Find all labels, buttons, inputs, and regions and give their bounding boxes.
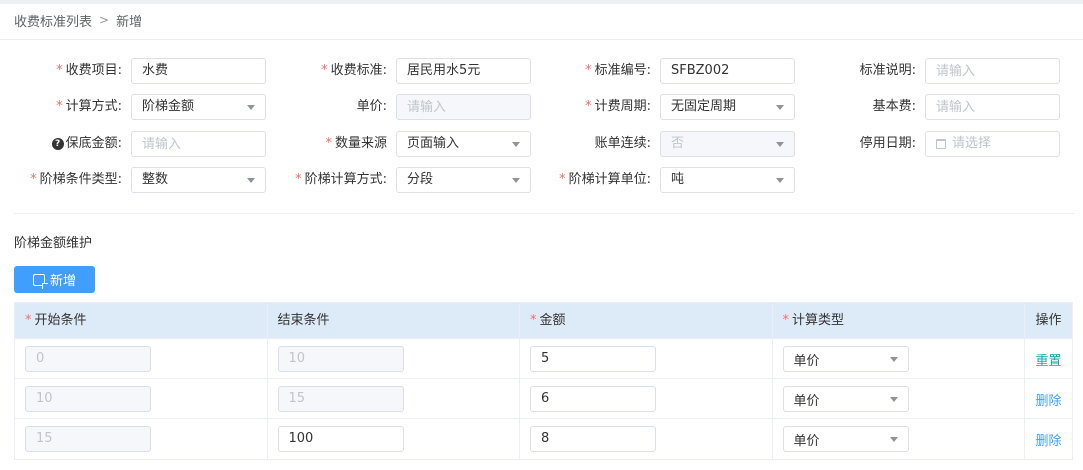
col-calc-type: * 计算类型: [773, 303, 1026, 339]
unit-price-input: [396, 94, 531, 120]
table-row: 0 10 5 单价 重置: [15, 339, 1072, 379]
add-tier-button[interactable]: 新增: [14, 266, 95, 293]
label-standard-code: * 标准编号:: [585, 63, 651, 78]
amount-input[interactable]: 6: [530, 386, 657, 412]
chevron-down-icon: [889, 436, 898, 442]
end-input: 15: [277, 386, 404, 412]
calc-type-select[interactable]: 单价: [782, 346, 909, 372]
tier-calc-unit-select[interactable]: 吨: [660, 167, 795, 193]
tier-calc-method-value: 分段: [407, 172, 434, 187]
delete-link[interactable]: 删除: [1036, 430, 1062, 449]
label-base-fee: 基本费:: [872, 99, 916, 114]
add-tier-label: 新增: [49, 274, 76, 289]
tier-condition-type-value: 整数: [142, 172, 169, 187]
base-fee-input[interactable]: [925, 94, 1060, 120]
chevron-down-icon: [776, 177, 784, 183]
reset-link[interactable]: 重置: [1036, 350, 1062, 369]
tier-calc-method-select[interactable]: 分段: [396, 167, 531, 193]
charge-standard-field[interactable]: 居民用水5元: [396, 58, 531, 84]
deposit-amount-input[interactable]: [131, 131, 266, 157]
end-input: 10: [277, 346, 404, 372]
label-tier-condition-type: * 阶梯条件类型:: [30, 172, 122, 187]
bill-continuous-value: 否: [671, 136, 685, 151]
label-billing-period: * 计费周期:: [585, 99, 651, 114]
table-row: 15 100 8 单价 删除: [15, 419, 1072, 459]
start-input: 15: [25, 426, 151, 452]
col-end: 结束条件: [268, 303, 521, 339]
breadcrumb: 收费标准列表 > 新增: [14, 11, 143, 30]
calc-method-value: 阶梯金额: [142, 99, 195, 114]
amount-input[interactable]: 5: [530, 346, 657, 372]
chevron-down-icon: [512, 141, 520, 147]
col-amount: * 金额: [520, 303, 773, 339]
breadcrumb-current: 新增: [116, 14, 143, 30]
col-start: * 开始条件: [15, 303, 268, 339]
stop-date-placeholder: 请选择: [952, 136, 992, 151]
billing-period-value: 无固定周期: [671, 99, 737, 114]
table-header: * 开始条件 结束条件 * 金额 * 计算类型 操作: [15, 303, 1072, 339]
add-icon: [32, 273, 48, 289]
bill-continuous-select: 否: [660, 131, 795, 157]
label-stop-date: 停用日期:: [859, 136, 916, 151]
tier-calc-unit-value: 吨: [671, 172, 685, 187]
chevron-right-icon: >: [99, 13, 110, 27]
col-action: 操作: [1035, 313, 1062, 328]
billing-period-select[interactable]: 无固定周期: [660, 94, 795, 120]
calc-method-select[interactable]: 阶梯金额: [131, 94, 266, 120]
label-tier-calc-method: * 阶梯计算方式:: [295, 172, 387, 187]
chevron-down-icon: [512, 177, 520, 183]
calc-type-value: 单价: [793, 353, 820, 369]
tier-table: * 开始条件 结束条件 * 金额 * 计算类型 操作 0 10 5 单价 重置 10 …: [14, 302, 1073, 460]
chevron-down-icon: [776, 104, 784, 110]
quantity-source-value: 页面输入: [407, 136, 460, 151]
chevron-down-icon: [247, 177, 255, 183]
standard-code-field[interactable]: SFBZ002: [660, 58, 795, 84]
top-bar: [0, 0, 1083, 4]
standard-desc-input[interactable]: [925, 58, 1060, 84]
calc-type-value: 单价: [793, 433, 820, 449]
section-divider: [14, 213, 1075, 214]
header-divider: [0, 39, 1083, 40]
label-calc-method: * 计算方式:: [56, 99, 122, 114]
quantity-source-select[interactable]: 页面输入: [396, 131, 531, 157]
tier-section-title: 阶梯金额维护: [14, 236, 93, 251]
calc-type-select[interactable]: 单价: [782, 386, 909, 412]
label-deposit-amount: ? 保底金额:: [20, 131, 122, 157]
chevron-down-icon: [889, 396, 898, 402]
breadcrumb-parent-link[interactable]: 收费标准列表: [14, 11, 92, 30]
calc-type-value: 单价: [793, 393, 820, 409]
stop-date-picker[interactable]: 请选择: [925, 131, 1060, 157]
chevron-down-icon: [776, 141, 784, 147]
table-row: 10 15 6 单价 删除: [15, 379, 1072, 419]
label-quantity-source: * 数量来源: [325, 136, 387, 151]
label-charge-item: * 收费项目:: [56, 63, 122, 78]
label-standard-desc: 标准说明:: [859, 63, 916, 78]
amount-input[interactable]: 8: [530, 426, 657, 452]
calc-type-select[interactable]: 单价: [782, 426, 909, 452]
label-charge-standard: * 收费标准:: [321, 63, 387, 78]
start-input: 10: [25, 386, 151, 412]
calendar-icon: [936, 139, 946, 149]
label-tier-calc-unit: * 阶梯计算单位:: [559, 172, 651, 187]
help-icon[interactable]: ?: [51, 138, 64, 150]
charge-item-field[interactable]: 水费: [131, 58, 266, 84]
label-bill-continuous: 账单连续:: [594, 136, 651, 151]
delete-link[interactable]: 删除: [1036, 390, 1062, 409]
start-input: 0: [25, 346, 151, 372]
chevron-down-icon: [247, 104, 255, 110]
chevron-down-icon: [889, 356, 898, 362]
tier-condition-type-select[interactable]: 整数: [131, 167, 266, 193]
end-input[interactable]: 100: [277, 426, 404, 452]
label-unit-price: 单价:: [356, 99, 387, 114]
